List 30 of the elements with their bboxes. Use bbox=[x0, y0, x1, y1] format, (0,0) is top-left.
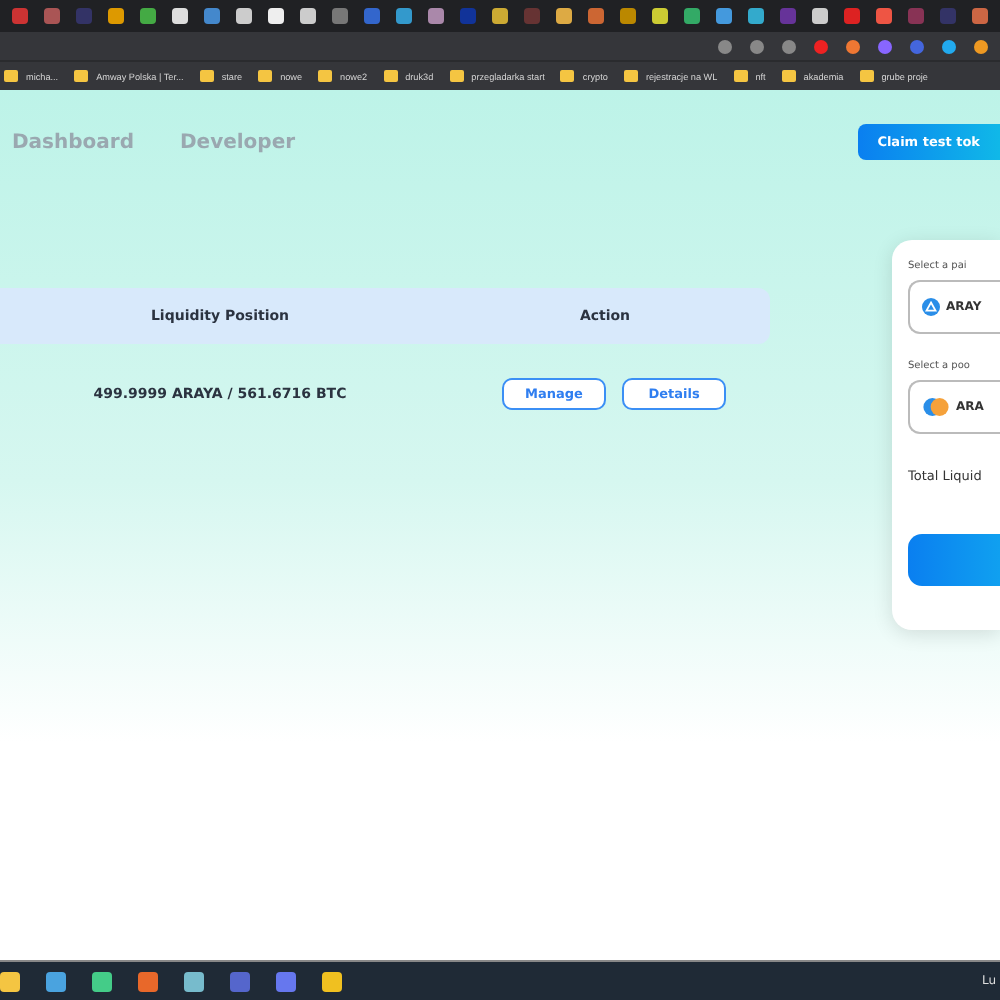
taskbar-app-icon[interactable] bbox=[138, 971, 158, 991]
folder-icon bbox=[449, 70, 464, 82]
folder-icon bbox=[781, 70, 796, 82]
toolbar-icon[interactable] bbox=[718, 39, 732, 53]
taskbar-app-icon[interactable] bbox=[0, 971, 20, 991]
folder-icon bbox=[623, 70, 638, 82]
folder-icon bbox=[258, 70, 273, 82]
folder-icon bbox=[733, 70, 748, 82]
toolbar-icon[interactable] bbox=[814, 39, 828, 53]
toolbar-icon[interactable] bbox=[846, 39, 860, 53]
taskbar-app-icon[interactable] bbox=[92, 971, 112, 991]
folder-icon bbox=[560, 70, 575, 82]
toolbar-icon[interactable] bbox=[942, 39, 956, 53]
taskbar-app-icon[interactable] bbox=[184, 971, 204, 991]
folder-icon bbox=[4, 70, 18, 82]
token-icon bbox=[922, 298, 940, 316]
toolbar-icon[interactable] bbox=[782, 39, 796, 53]
toolbar-icon[interactable] bbox=[750, 39, 764, 53]
toolbar-icon[interactable] bbox=[974, 39, 988, 53]
folder-icon bbox=[318, 70, 333, 82]
folder-icon bbox=[383, 70, 398, 82]
folder-icon bbox=[859, 70, 874, 82]
toolbar-icon[interactable] bbox=[910, 39, 924, 53]
taskbar-app-icon[interactable] bbox=[322, 971, 342, 991]
folder-icon bbox=[199, 70, 214, 82]
folder-icon bbox=[74, 70, 89, 82]
toolbar-icon[interactable] bbox=[878, 39, 892, 53]
token-pair-icon bbox=[922, 398, 950, 416]
taskbar-app-icon[interactable] bbox=[276, 971, 296, 991]
taskbar-app-icon[interactable] bbox=[46, 971, 66, 991]
